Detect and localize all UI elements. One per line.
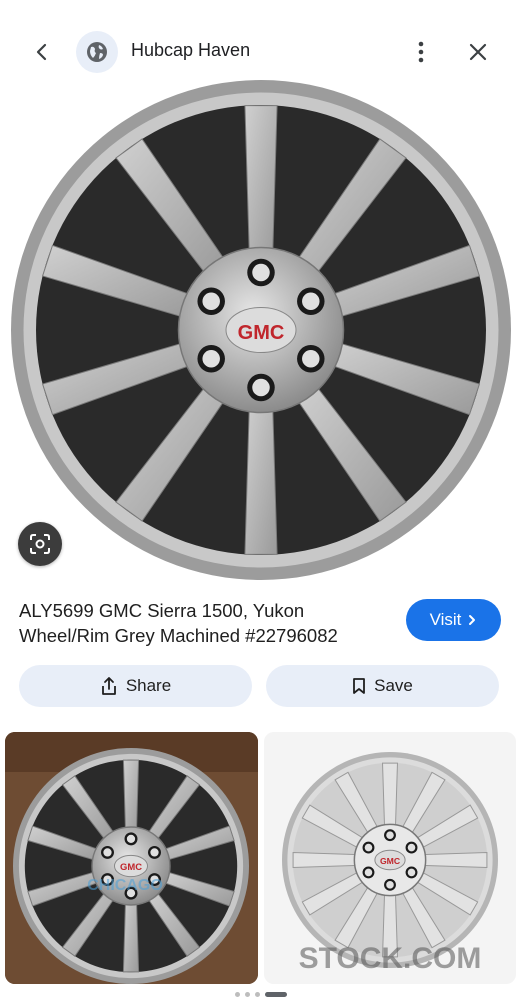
more-options-button[interactable]	[404, 34, 438, 70]
share-icon	[101, 677, 116, 695]
site-name[interactable]: Hubcap Haven	[131, 40, 250, 61]
share-label: Share	[125, 676, 172, 695]
wheel-spoke	[382, 762, 398, 829]
lens-search-button[interactable]	[18, 522, 62, 566]
related-image-1[interactable]: GMC CHICAGO	[5, 732, 258, 984]
back-button[interactable]	[24, 34, 60, 70]
gmc-logo-text: GMC	[120, 861, 142, 872]
lens-icon	[30, 534, 50, 554]
gmc-logo-text: GMC	[238, 322, 285, 344]
wheel-spoke	[292, 852, 359, 868]
wheel-spoke	[244, 105, 278, 257]
pager-dot[interactable]	[234, 991, 240, 997]
more-vert-icon	[418, 41, 424, 63]
wheel-spoke	[421, 852, 488, 868]
close-icon	[469, 43, 487, 61]
wheel-spoke	[122, 900, 140, 973]
carousel-pager	[0, 988, 521, 1000]
globe-icon	[87, 42, 107, 62]
visit-button[interactable]: Visit	[406, 599, 501, 641]
pager-dot[interactable]	[254, 991, 260, 997]
wheel-spoke	[244, 403, 278, 555]
wheel-thumbnail-2: GMC STOCK.COM	[264, 732, 516, 984]
chevron-right-icon	[469, 615, 476, 625]
wheel-thumbnail-1: GMC CHICAGO	[5, 732, 258, 984]
watermark-text: STOCK.COM	[299, 942, 482, 975]
close-button[interactable]	[460, 34, 496, 70]
share-button[interactable]: Share	[19, 665, 252, 707]
watermark-text: CHICAGO	[87, 877, 163, 894]
site-favicon	[76, 31, 118, 73]
save-button[interactable]: Save	[266, 665, 499, 707]
result-title[interactable]: ALY5699 GMC Sierra 1500, Yukon Wheel/Rim…	[19, 598, 389, 648]
wheel-spoke	[122, 759, 140, 832]
bookmark-icon	[353, 678, 366, 694]
pager-dot[interactable]	[244, 991, 250, 997]
visit-label: Visit	[429, 610, 462, 629]
pager-dot-active[interactable]	[264, 991, 287, 997]
related-image-2[interactable]: GMC STOCK.COM	[264, 732, 516, 984]
wheel-image: GMC	[11, 80, 511, 580]
save-label: Save	[374, 676, 413, 695]
arrow-back-icon	[36, 43, 47, 61]
main-product-image[interactable]: GMC	[0, 78, 521, 582]
gmc-logo-text: GMC	[380, 856, 400, 866]
